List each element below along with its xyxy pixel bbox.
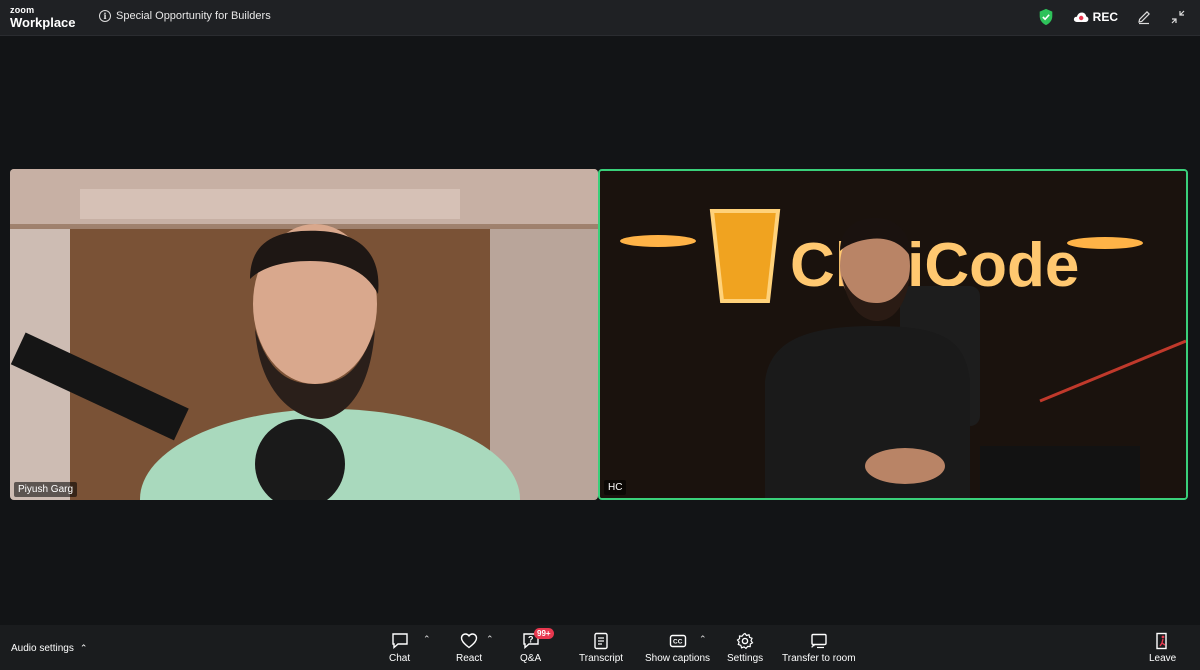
zoom-logo: zoom Workplace xyxy=(10,5,76,30)
heart-icon xyxy=(460,633,478,649)
transcript-icon xyxy=(594,632,608,650)
exit-fullscreen-icon[interactable] xyxy=(1170,9,1186,25)
recording-indicator[interactable]: REC xyxy=(1073,10,1118,24)
title-bar: zoom Workplace i Special Opportunity for… xyxy=(0,0,1200,36)
qa-button[interactable]: ? 99+ Q&A xyxy=(520,628,554,664)
react-label: React xyxy=(456,653,483,664)
cloud-record-icon xyxy=(1073,12,1089,22)
participant-video-frame xyxy=(10,169,598,500)
meeting-info-button[interactable]: i Special Opportunity for Builders xyxy=(99,10,271,22)
meeting-title: Special Opportunity for Builders xyxy=(116,10,271,22)
transcript-button[interactable]: Transcript xyxy=(579,631,623,664)
svg-text:?: ? xyxy=(528,635,534,645)
active-speaker-video-tile[interactable]: ChaiCode HC xyxy=(598,169,1188,500)
participant-name-tag: Piyush Garg xyxy=(14,482,78,497)
pencil-icon[interactable] xyxy=(1136,9,1152,25)
leave-door-icon xyxy=(1155,632,1167,650)
chevron-up-icon: ⌃ xyxy=(79,643,88,653)
chat-icon xyxy=(391,633,408,650)
rec-label: REC xyxy=(1092,10,1118,24)
audio-settings-label: Audio settings xyxy=(11,643,74,654)
meeting-toolbar: Audio settings ⌃ Chat ⌃ React ⌃ ? 99+ Q&… xyxy=(0,625,1200,670)
participant-name-tag: HC xyxy=(604,480,627,495)
transfer-label: Transfer to room xyxy=(782,653,856,664)
leave-button[interactable]: Leave xyxy=(1149,631,1176,664)
logo-brand-small: zoom xyxy=(10,5,35,15)
security-shield-icon[interactable] xyxy=(1037,8,1055,26)
logo-brand-name: Workplace xyxy=(10,15,76,30)
captions-label: Show captions xyxy=(645,653,711,664)
transcript-label: Transcript xyxy=(579,653,624,664)
audio-settings-button[interactable]: Audio settings ⌃ xyxy=(11,643,87,654)
gear-icon xyxy=(736,632,754,650)
chat-button[interactable]: Chat xyxy=(389,631,410,664)
chat-label: Chat xyxy=(389,653,411,664)
leave-label: Leave xyxy=(1149,653,1177,664)
react-options-chevron-icon[interactable]: ⌃ xyxy=(486,634,494,645)
closed-captions-icon: CC xyxy=(669,634,686,648)
qa-count-badge: 99+ xyxy=(534,628,554,639)
svg-text:CC: CC xyxy=(673,639,683,646)
qa-label: Q&A xyxy=(520,653,542,664)
react-button[interactable]: React xyxy=(456,631,482,664)
participant-video-tile[interactable]: Piyush Garg xyxy=(10,169,598,500)
settings-button[interactable]: Settings xyxy=(727,631,763,664)
info-icon: i xyxy=(99,10,111,22)
chat-options-chevron-icon[interactable]: ⌃ xyxy=(423,634,431,645)
participant-video-frame: ChaiCode xyxy=(600,171,1186,498)
transfer-to-room-button[interactable]: Transfer to room xyxy=(782,631,856,664)
cast-screen-icon xyxy=(811,633,827,649)
settings-label: Settings xyxy=(727,653,764,664)
captions-options-chevron-icon[interactable]: ⌃ xyxy=(699,634,707,645)
